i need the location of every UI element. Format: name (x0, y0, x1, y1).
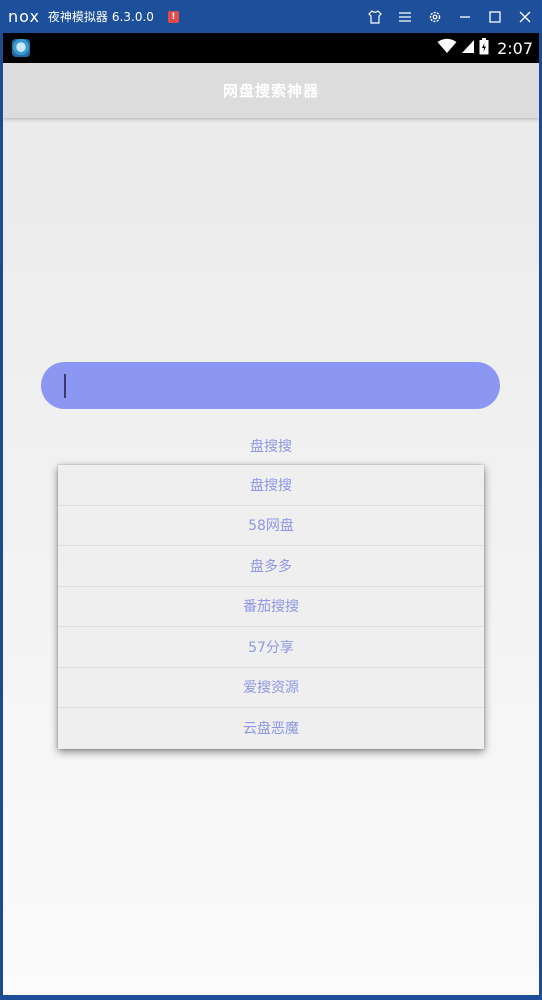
status-time: 2:07 (497, 38, 533, 58)
status-icons: 2:07 (437, 37, 533, 59)
window-controls (360, 0, 542, 33)
page-title: 网盘搜索神器 (222, 82, 319, 100)
settings-icon[interactable] (420, 0, 450, 33)
search-input[interactable] (41, 362, 500, 409)
version-label: 6.3.0.0 (111, 9, 154, 24)
text-cursor (64, 373, 66, 398)
nox-logo: nox (8, 7, 40, 26)
menu-icon[interactable] (390, 0, 420, 33)
minimize-icon[interactable] (450, 0, 480, 33)
app-notification-icon (12, 39, 30, 57)
dropdown-option[interactable]: 爱搜资源 (58, 668, 484, 708)
maximize-icon[interactable] (480, 0, 510, 33)
dropdown-option[interactable]: 云盘恶魔 (58, 708, 484, 749)
window-bottom-border (0, 995, 542, 1000)
battery-icon (479, 37, 489, 59)
dropdown-option[interactable]: 57分享 (58, 627, 484, 668)
app-name: 夜神模拟器 (47, 10, 108, 24)
android-screen: 2:07 网盘搜索神器 盘搜搜 盘搜搜 58网盘 盘多多 番茄搜搜 57分享 爱… (3, 33, 539, 995)
signal-icon (461, 38, 475, 58)
status-bar: 2:07 (3, 33, 539, 63)
app-bar: 网盘搜索神器 (3, 63, 539, 118)
alert-badge[interactable]: ! (167, 10, 179, 23)
search-engine-dropdown: 盘搜搜 58网盘 盘多多 番茄搜搜 57分享 爱搜资源 云盘恶魔 (58, 465, 484, 749)
dropdown-option[interactable]: 番茄搜搜 (58, 587, 484, 627)
shirt-icon[interactable] (360, 0, 390, 33)
search-engine-selector[interactable]: 盘搜搜 (3, 436, 539, 456)
wifi-icon (437, 38, 457, 58)
dropdown-option[interactable]: 盘搜搜 (58, 465, 484, 506)
emulator-titlebar: nox 夜神模拟器 6.3.0.0 ! (0, 0, 542, 33)
close-icon[interactable] (510, 0, 540, 33)
dropdown-option[interactable]: 58网盘 (58, 506, 484, 546)
dropdown-option[interactable]: 盘多多 (58, 546, 484, 587)
